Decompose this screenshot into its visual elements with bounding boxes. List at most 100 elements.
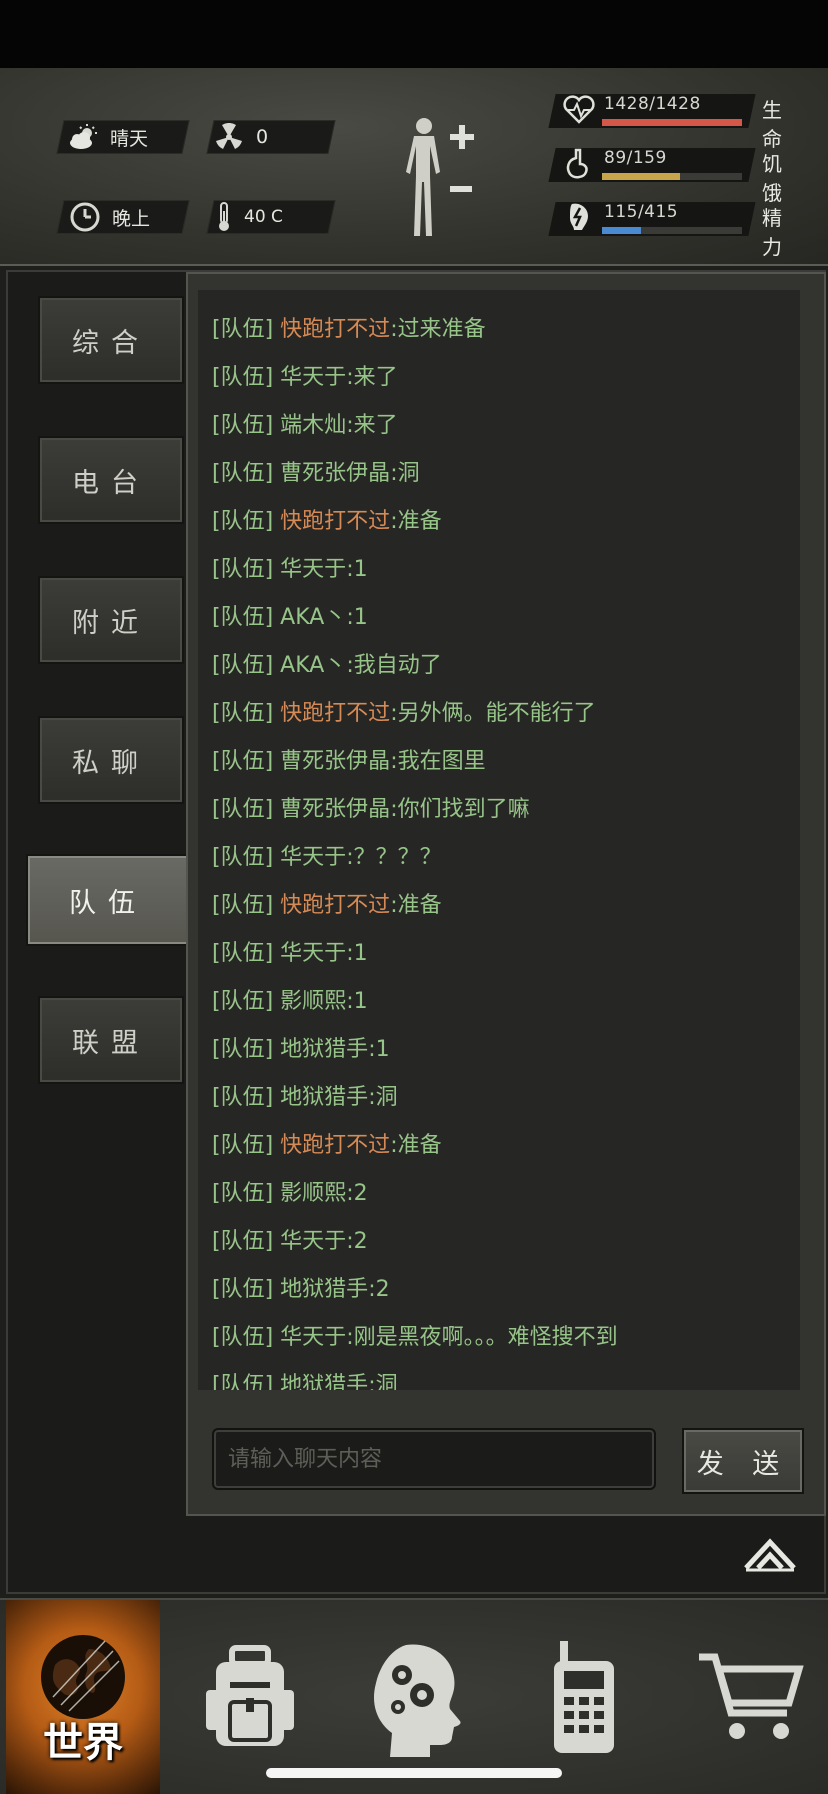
message-text: :你们找到了嘛 <box>390 797 530 822</box>
heart-icon <box>562 92 596 128</box>
message-sender[interactable]: AKA丶 <box>280 653 346 678</box>
message-channel: [队伍] <box>212 1085 274 1110</box>
message-channel: [队伍] <box>212 989 274 1014</box>
message-sender[interactable]: 端木灿 <box>280 413 346 438</box>
chat-message: [队伍] 影顺熙:2 <box>198 1170 800 1218</box>
message-channel: [队伍] <box>212 1133 274 1158</box>
message-sender[interactable]: 华天于 <box>280 845 346 870</box>
message-sender[interactable]: 影顺熙 <box>280 1181 346 1206</box>
message-sender[interactable]: 影顺熙 <box>280 989 346 1014</box>
tab-nearby[interactable]: 附近 <box>38 576 184 664</box>
message-text: :来了 <box>346 413 398 438</box>
nav-skills[interactable] <box>346 1600 486 1794</box>
message-text: :准备 <box>390 1133 442 1158</box>
thermometer-icon <box>214 200 234 234</box>
message-text: :刚是黑夜啊。。。难怪搜不到 <box>346 1325 618 1350</box>
message-sender[interactable]: 华天于 <box>280 557 346 582</box>
message-sender[interactable]: 快跑打不过 <box>280 701 390 726</box>
message-sender[interactable]: 曹死张伊晶 <box>280 461 390 486</box>
tab-alliance[interactable]: 联盟 <box>38 996 184 1084</box>
message-text: :洞 <box>368 1085 398 1110</box>
nav-world[interactable]: 世界 <box>6 1600 160 1794</box>
message-sender[interactable]: 快跑打不过 <box>280 317 390 342</box>
chat-message: [队伍] AKA丶:1 <box>198 594 800 642</box>
message-sender[interactable]: 快跑打不过 <box>280 893 390 918</box>
tab-radio[interactable]: 电台 <box>38 436 184 524</box>
message-sender[interactable]: 地狱猎手 <box>280 1037 368 1062</box>
hunger-stat: 89/159 饥饿 <box>548 142 802 205</box>
message-channel: [队伍] <box>212 317 274 342</box>
tab-general[interactable]: 综合 <box>38 296 184 384</box>
message-text: :1 <box>368 1037 390 1062</box>
energy-stat: 115/415 精力 <box>548 196 802 259</box>
home-indicator <box>266 1768 562 1778</box>
human-body-icon <box>406 118 440 236</box>
chat-message: [队伍] 地狱猎手:洞 <box>198 1074 800 1122</box>
message-sender[interactable]: 地狱猎手 <box>280 1085 368 1110</box>
chat-input[interactable] <box>212 1428 656 1490</box>
chat-message: [队伍] 华天于:1 <box>198 546 800 594</box>
message-text: :洞 <box>390 461 420 486</box>
nav-backpack[interactable] <box>180 1600 320 1794</box>
chat-message: [队伍] 地狱猎手:1 <box>198 1026 800 1074</box>
chat-message: [队伍] 曹死张伊晶:洞 <box>198 450 800 498</box>
weather-indicator: 晴天 <box>66 120 148 154</box>
chat-message: [队伍] 端木灿:来了 <box>198 402 800 450</box>
chat-message: [队伍] AKA丶:我自动了 <box>198 642 800 690</box>
energy-label: 精力 <box>762 206 784 259</box>
message-channel: [队伍] <box>212 1229 274 1254</box>
energy-bar-fill <box>602 227 642 234</box>
message-sender[interactable]: 华天于 <box>280 941 346 966</box>
message-channel: [队伍] <box>212 1181 274 1206</box>
radiation-indicator: 0 <box>212 120 268 154</box>
message-sender[interactable]: 曹死张伊晶 <box>280 749 390 774</box>
message-channel: [队伍] <box>212 797 274 822</box>
cart-icon <box>699 1653 804 1739</box>
chat-message: [队伍] 曹死张伊晶:我在图里 <box>198 738 800 786</box>
message-sender[interactable]: 华天于 <box>280 365 346 390</box>
chat-message: [队伍] 快跑打不过:准备 <box>198 498 800 546</box>
send-button[interactable]: 发 送 <box>682 1428 804 1494</box>
time-text: 晚上 <box>112 207 151 230</box>
chat-message: [队伍] 华天于:来了 <box>198 354 800 402</box>
message-sender[interactable]: 华天于 <box>280 1229 346 1254</box>
message-channel: [队伍] <box>212 605 274 630</box>
message-text: :？？？？ <box>346 845 442 870</box>
message-text: :2 <box>368 1277 390 1302</box>
chat-message: [队伍] 华天于:刚是黑夜啊。。。难怪搜不到 <box>198 1314 800 1362</box>
message-sender[interactable]: 华天于 <box>280 1325 346 1350</box>
chat-message-list[interactable]: [队伍] 快跑打不过:过来准备 [队伍] 华天于:来了 [队伍] 端木灿:来了 [队伍… <box>198 290 800 1390</box>
message-sender[interactable]: 曹死张伊晶 <box>280 797 390 822</box>
hunger-bar-fill <box>602 173 681 180</box>
nav-shop[interactable] <box>680 1600 820 1794</box>
expand-up-icon[interactable] <box>740 1530 800 1574</box>
hunger-bar <box>602 173 742 180</box>
chat-message: [队伍] 快跑打不过:另外俩。能不能行了 <box>198 690 800 738</box>
brain-head-icon <box>373 1644 461 1757</box>
minus-icon <box>450 186 472 192</box>
nav-radio[interactable] <box>514 1600 654 1794</box>
message-text: :2 <box>346 1229 368 1254</box>
status-header: 晴天 0 晚上 40 C 1428/1428 生命 89/159 饥饿 115/… <box>0 68 828 266</box>
message-text: :1 <box>346 557 368 582</box>
chat-message: [队伍] 快跑打不过:准备 <box>198 882 800 930</box>
tab-team[interactable]: 队伍 <box>26 854 190 946</box>
message-channel: [队伍] <box>212 941 274 966</box>
backpack-icon <box>206 1645 294 1746</box>
plus-icon <box>450 125 474 149</box>
message-channel: [队伍] <box>212 557 274 582</box>
message-sender[interactable]: 快跑打不过 <box>280 509 390 534</box>
body-status-button[interactable] <box>398 116 514 244</box>
message-sender[interactable]: 地狱猎手 <box>280 1373 368 1390</box>
message-sender[interactable]: AKA丶 <box>280 605 346 630</box>
status-bar <box>0 0 828 68</box>
radiation-icon <box>212 120 246 154</box>
message-sender[interactable]: 快跑打不过 <box>280 1133 390 1158</box>
health-bar-fill <box>602 119 742 126</box>
chat-message: [队伍] 影顺熙:1 <box>198 978 800 1026</box>
health-value: 1428/1428 <box>604 94 701 114</box>
message-sender[interactable]: 地狱猎手 <box>280 1277 368 1302</box>
message-text: :1 <box>346 989 368 1014</box>
tab-private[interactable]: 私聊 <box>38 716 184 804</box>
message-text: :1 <box>346 941 368 966</box>
